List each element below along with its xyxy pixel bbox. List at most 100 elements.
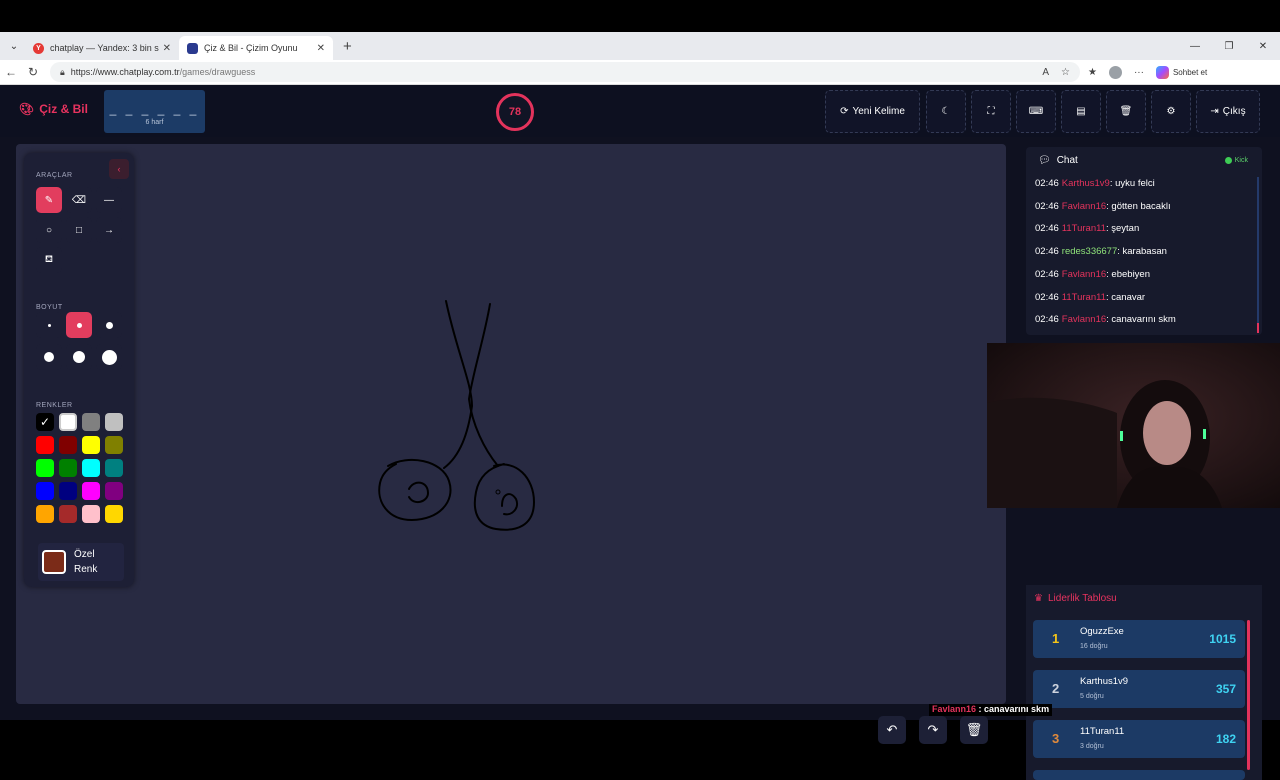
size-3[interactable]	[96, 312, 122, 338]
more-icon[interactable]: ···	[1134, 67, 1144, 78]
color-swatch[interactable]	[105, 505, 123, 523]
read-aloud-icon[interactable]: A	[1042, 67, 1049, 78]
chat-user[interactable]: redes336677	[1062, 246, 1117, 257]
color-swatch[interactable]	[105, 413, 123, 431]
size-5[interactable]	[66, 344, 92, 370]
chat-user[interactable]: Karthus1v9	[1062, 178, 1110, 189]
chat-time: 02:46	[1035, 200, 1059, 212]
copilot-button[interactable]: Sohbet et	[1155, 65, 1207, 79]
color-swatch[interactable]	[36, 459, 54, 477]
arrow-right-icon: →	[104, 224, 114, 236]
favorite-star-icon[interactable]: ☆	[1061, 67, 1070, 78]
word-mask: _ _ _ _ _ _	[109, 102, 200, 116]
tab-cizbil[interactable]: Çiz & Bil - Çizim Oyunu ✕	[179, 36, 333, 60]
close-tab-icon[interactable]: ✕	[317, 43, 325, 54]
settings-button[interactable]: ⚙	[1151, 90, 1191, 133]
color-swatch[interactable]	[82, 436, 100, 454]
size-heading: BOYUT	[36, 304, 63, 311]
color-swatch[interactable]	[36, 436, 54, 454]
line-tool[interactable]: —	[96, 187, 122, 213]
eraser-tool[interactable]: ⌫	[66, 187, 92, 213]
rectangle-tool[interactable]: □	[66, 217, 92, 243]
fill-tool[interactable]: ⛾	[36, 247, 62, 273]
keyboard-icon: ⌨	[1028, 106, 1044, 117]
color-swatch[interactable]	[82, 505, 100, 523]
collapse-panel-button[interactable]: ‹	[109, 159, 129, 179]
leaderboard-panel: ♛ Liderlik Tablosu 1 OguzzExe 16 doğru 1015 2…	[1026, 585, 1262, 780]
drawing-canvas[interactable]: ↶ ↷ 🗑︎	[16, 144, 1006, 744]
color-swatch[interactable]	[59, 482, 77, 500]
back-icon[interactable]: ←	[0, 65, 22, 79]
crown-icon: ♛	[1034, 593, 1043, 604]
exit-button[interactable]: ⇥ Çıkış	[1196, 90, 1260, 133]
reload-icon[interactable]: ↻	[22, 65, 44, 79]
color-swatch[interactable]	[82, 459, 100, 477]
color-swatch[interactable]: ✓	[36, 413, 54, 431]
keyboard-button[interactable]: ⌨	[1016, 90, 1056, 133]
color-swatch[interactable]	[82, 482, 100, 500]
url-field[interactable]: 🔒︎ https://www.chatplay.com.tr/games/dra…	[50, 62, 1080, 82]
color-swatch[interactable]	[105, 436, 123, 454]
chat-scrollbar[interactable]	[1257, 177, 1259, 333]
clear-canvas-button[interactable]: 🗑︎	[960, 716, 988, 744]
custom-color-button[interactable]: Özel Renk	[38, 543, 124, 581]
square-icon: □	[75, 224, 83, 236]
minimize-icon[interactable]: —	[1178, 41, 1212, 52]
new-word-button[interactable]: ⟳ Yeni Kelime	[825, 90, 920, 133]
color-swatch[interactable]	[82, 413, 100, 431]
redo-icon: ↷	[927, 722, 939, 737]
close-window-icon[interactable]: ✕	[1246, 41, 1280, 52]
redo-button[interactable]: ↷	[919, 716, 947, 744]
size-1[interactable]	[36, 312, 62, 338]
chat-user[interactable]: Favlann16	[1062, 314, 1106, 325]
size-4[interactable]	[36, 344, 62, 370]
color-swatch[interactable]	[59, 459, 77, 477]
tab-menu-icon[interactable]: ⌄	[3, 35, 25, 57]
overlay-user: Favlann16	[932, 704, 977, 714]
archive-button[interactable]: ▤	[1061, 90, 1101, 133]
restore-icon[interactable]: ❐	[1212, 41, 1246, 52]
undo-button[interactable]: ↶	[878, 716, 906, 744]
size-6[interactable]	[96, 344, 122, 370]
address-bar: ← ↻ 🔒︎ https://www.chatplay.com.tr/games…	[0, 60, 1280, 85]
chat-text: : uyku felci	[1109, 178, 1155, 189]
url-path: /games/drawguess	[179, 67, 256, 77]
delete-button[interactable]: 🗑︎	[1106, 90, 1146, 133]
chat-user[interactable]: 11Turan11	[1062, 292, 1106, 303]
brand[interactable]: 🎨︎ Çiz & Bil	[19, 102, 88, 116]
lock-icon[interactable]: 🔒︎	[60, 67, 65, 78]
chat-user[interactable]: 11Turan11	[1062, 223, 1106, 234]
color-swatch[interactable]	[59, 505, 77, 523]
circle-tool[interactable]: ○	[36, 217, 62, 243]
chat-text: : şeytan	[1105, 223, 1140, 235]
dark-mode-button[interactable]: ☾	[926, 90, 966, 133]
chat-time: 02:46	[1035, 246, 1059, 258]
color-swatch[interactable]	[36, 482, 54, 500]
favorites-icon[interactable]: ★	[1088, 67, 1097, 78]
brush-tool[interactable]: ✎	[36, 187, 62, 213]
chat-user[interactable]: Favlann16	[1062, 269, 1106, 280]
size-2[interactable]	[66, 312, 92, 338]
close-tab-icon[interactable]: ✕	[163, 43, 171, 54]
profile-icon[interactable]	[1108, 65, 1122, 79]
color-swatch[interactable]	[59, 436, 77, 454]
tab-yandex[interactable]: Y chatplay — Yandex: 3 bin sonuç bulundu…	[25, 36, 179, 60]
gear-icon: ⚙	[1166, 106, 1176, 117]
color-swatch[interactable]	[105, 459, 123, 477]
leaderboard-scrollbar[interactable]	[1247, 620, 1250, 770]
chat-time: 02:46	[1035, 268, 1059, 280]
chat-message: 02:46 11Turan11: şeytan	[1035, 223, 1139, 234]
color-swatch[interactable]	[105, 482, 123, 500]
correct-count: 16 doğru	[1080, 643, 1108, 650]
rank: 3	[1052, 731, 1060, 746]
color-swatch[interactable]	[36, 505, 54, 523]
player-name: OguzzExe	[1080, 626, 1124, 637]
palette-icon: 🎨︎	[19, 102, 35, 116]
arrow-tool[interactable]: →	[96, 217, 122, 243]
color-swatch[interactable]	[59, 413, 77, 431]
stroke-right-inner	[501, 493, 518, 516]
new-tab-icon[interactable]: +	[343, 38, 352, 55]
moon-icon: ☾	[941, 106, 951, 117]
chat-user[interactable]: Favlann16	[1062, 201, 1106, 212]
fullscreen-button[interactable]: ⛶	[971, 90, 1011, 133]
